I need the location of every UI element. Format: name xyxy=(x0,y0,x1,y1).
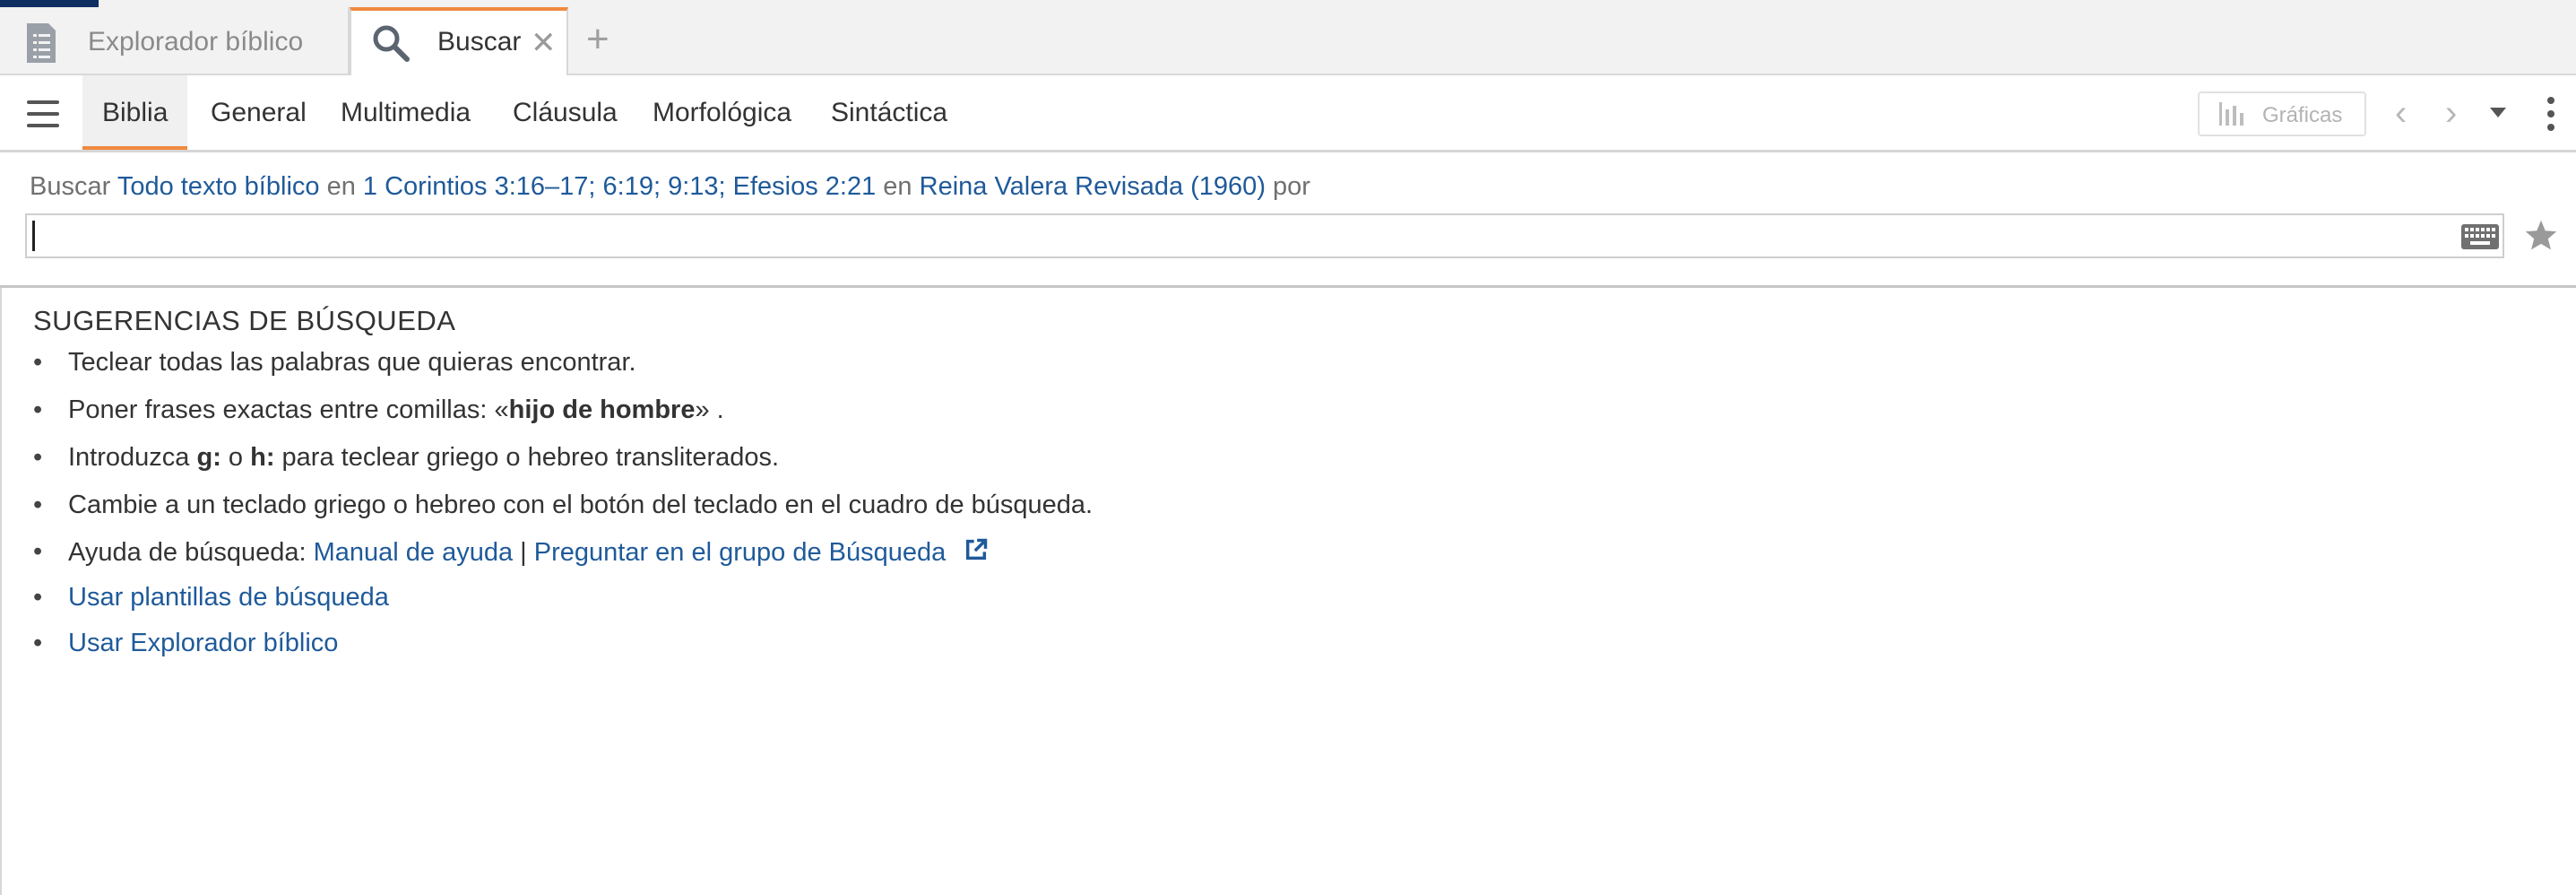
close-icon[interactable]: ✕ xyxy=(531,25,557,61)
chevron-left-icon[interactable]: ‹ xyxy=(2395,95,2407,131)
tab-label: Buscar xyxy=(437,27,522,56)
tab-explorador-biblico[interactable]: Explorador bíblico xyxy=(0,7,350,75)
search-toolbar: Biblia General Multimedia Cláusula Morfo… xyxy=(0,75,2576,152)
tab-strip: Explorador bíblico Buscar ✕ + xyxy=(0,0,2576,77)
bullet: • xyxy=(33,491,43,519)
bullet: • xyxy=(33,583,43,612)
kebab-menu-icon[interactable] xyxy=(2547,97,2554,137)
by-label: por xyxy=(1273,172,1310,201)
search-box xyxy=(25,213,2504,258)
graficas-button[interactable]: Gráficas xyxy=(2198,91,2366,136)
window-accent-bar xyxy=(0,0,99,7)
keyboard-icon[interactable] xyxy=(2461,224,2499,254)
subtab-general[interactable]: General xyxy=(191,75,326,150)
graficas-label: Gráficas xyxy=(2262,103,2343,127)
caret-down-icon[interactable] xyxy=(2490,108,2506,117)
bullet: • xyxy=(33,443,43,472)
search-templates-link[interactable]: Usar plantillas de búsqueda xyxy=(68,583,389,613)
tips-heading: SUGERENCIAS DE BÚSQUEDA xyxy=(33,305,456,336)
star-icon[interactable] xyxy=(2524,219,2558,256)
chevron-right-icon[interactable]: › xyxy=(2445,95,2457,131)
search-prefix: Buscar xyxy=(30,172,111,201)
references-link[interactable]: 1 Corintios 3:16–17; 6:19; 9:13; Efesios… xyxy=(363,172,876,201)
subtab-morfologica[interactable]: Morfológica xyxy=(633,75,811,150)
add-tab-icon[interactable]: + xyxy=(586,20,609,59)
external-link-icon[interactable] xyxy=(964,537,989,569)
scope-link[interactable]: Todo texto bíblico xyxy=(117,172,320,201)
bullet: • xyxy=(33,537,43,566)
tip-text: Teclear todas las palabras que quieras e… xyxy=(68,348,636,377)
help-prefix: Ayuda de búsqueda: xyxy=(68,538,314,567)
bible-explorer-link[interactable]: Usar Explorador bíblico xyxy=(68,629,338,658)
search-group-link[interactable]: Preguntar en el grupo de Búsqueda xyxy=(534,538,947,567)
search-icon xyxy=(371,23,411,67)
bullet: • xyxy=(33,395,43,424)
pane-edge xyxy=(0,288,2,895)
bullet: • xyxy=(33,348,43,377)
subtab-sintactica[interactable]: Sintáctica xyxy=(811,75,967,150)
divider xyxy=(0,285,2576,288)
in-label: en xyxy=(326,172,356,201)
search-definition: Buscar Todo texto bíblico en 1 Corintios… xyxy=(30,172,1310,202)
version-link[interactable]: Reina Valera Revisada (1960) xyxy=(920,172,1266,201)
tab-label: Explorador bíblico xyxy=(88,27,304,56)
document-list-icon xyxy=(25,22,57,69)
tip-text: Introduzca g: o h: para teclear griego o… xyxy=(68,443,780,472)
subtab-biblia[interactable]: Biblia xyxy=(82,75,188,150)
tip-text: Cambie a un teclado griego o hebreo con … xyxy=(68,491,1094,519)
search-input[interactable] xyxy=(30,217,2454,256)
tip-text: Poner frases exactas entre comillas: «hi… xyxy=(68,395,724,424)
in-label: en xyxy=(883,172,912,201)
hamburger-menu-icon[interactable] xyxy=(27,100,59,127)
separator: | xyxy=(513,538,534,567)
subtab-multimedia[interactable]: Multimedia xyxy=(321,75,490,150)
subtab-clausula[interactable]: Cláusula xyxy=(493,75,637,150)
bullet: • xyxy=(33,629,43,657)
help-manual-link[interactable]: Manual de ayuda xyxy=(314,538,514,567)
tab-buscar[interactable]: Buscar ✕ xyxy=(350,7,568,77)
bar-chart-icon xyxy=(2219,102,2246,132)
tip-text: Ayuda de búsqueda: Manual de ayuda | Pre… xyxy=(68,537,989,569)
